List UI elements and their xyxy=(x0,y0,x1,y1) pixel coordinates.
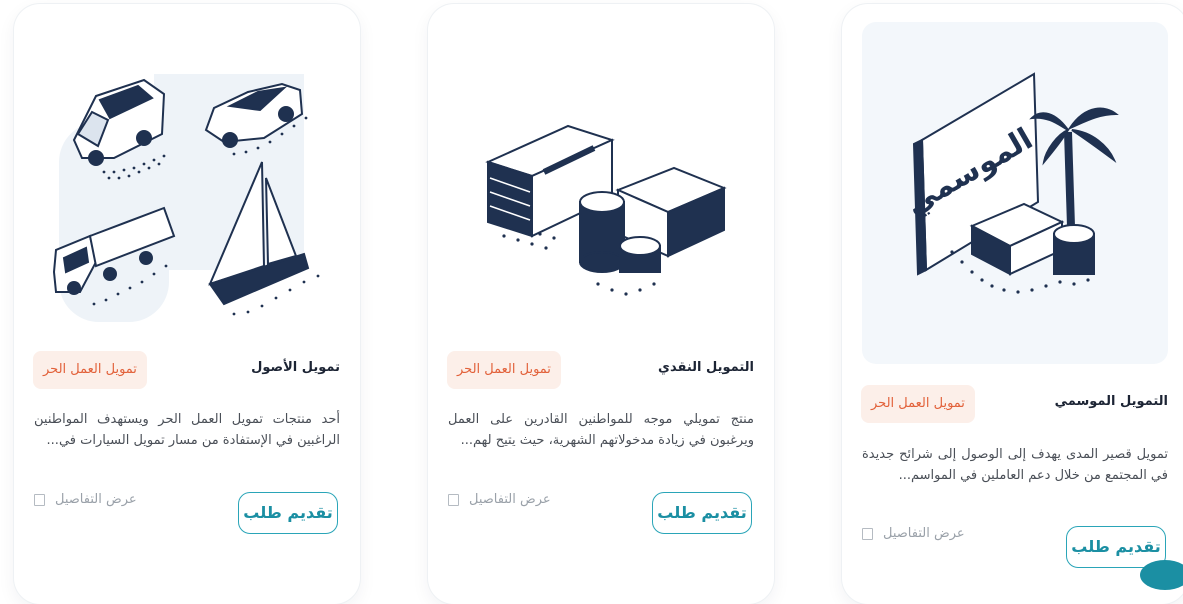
product-card-cash: التمويل النقدي تمويل العمل الحر منتج تمو… xyxy=(428,4,774,604)
apply-button[interactable]: تقديم طلب xyxy=(652,492,752,534)
card-description: أحد منتجات تمويل العمل الحر ويستهدف المو… xyxy=(34,412,340,448)
category-badge: تمويل العمل الحر xyxy=(33,351,147,389)
chat-widget-button[interactable] xyxy=(1140,560,1183,590)
card-title: تمويل الأصول xyxy=(251,360,340,375)
card-title: التمويل الموسمي xyxy=(1054,394,1168,409)
cash-money-illustration xyxy=(448,22,754,362)
details-icon xyxy=(448,493,459,506)
apply-button[interactable]: تقديم طلب xyxy=(238,492,338,534)
card-title: التمويل النقدي xyxy=(658,360,754,375)
details-label: عرض التفاصيل xyxy=(55,492,137,507)
details-label: عرض التفاصيل xyxy=(883,526,965,541)
vehicles-illustration xyxy=(34,22,340,362)
details-icon xyxy=(862,527,873,540)
product-card-assets: تمويل الأصول تمويل العمل الحر أحد منتجات… xyxy=(14,4,360,604)
category-badge: تمويل العمل الحر xyxy=(861,385,975,423)
view-details-link[interactable]: عرض التفاصيل xyxy=(862,526,965,541)
seasonal-illustration: الموسمي xyxy=(862,22,1168,364)
product-card-seasonal: الموسمي التمويل الموسمي تمويل العمل الحر… xyxy=(842,4,1183,604)
category-badge: تمويل العمل الحر xyxy=(447,351,561,389)
view-details-link[interactable]: عرض التفاصيل xyxy=(448,492,551,507)
view-details-link[interactable]: عرض التفاصيل xyxy=(34,492,137,507)
card-description: تمويل قصير المدى يهدف إلى الوصول إلى شرا… xyxy=(862,447,1168,483)
details-icon xyxy=(34,493,45,506)
card-description: منتج تمويلي موجه للمواطنين القادرين على … xyxy=(448,412,754,448)
details-label: عرض التفاصيل xyxy=(469,492,551,507)
